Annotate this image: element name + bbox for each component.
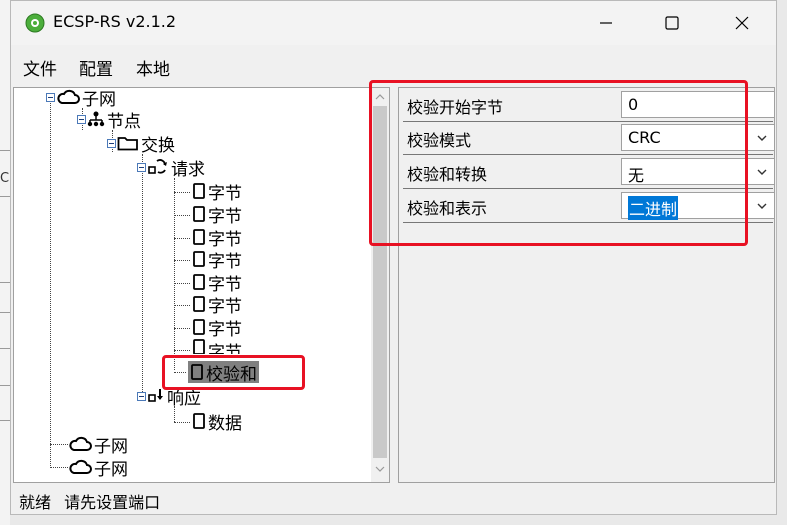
close-button[interactable] [719,7,765,39]
document-icon [193,319,205,335]
tree-node-byte[interactable]: 字节 [192,293,242,317]
tree-node-label: 子网 [94,436,128,457]
tree-connector [142,154,143,398]
tree-view[interactable]: 子网 节点 交换 请求 字节 字节 字节 字节 字节 字节 字节 字节 校验和 … [13,87,390,483]
app-icon [25,13,45,33]
document-icon [193,206,205,222]
tree-node-byte[interactable]: 字节 [192,226,242,250]
tree-node-label: 交换 [141,135,175,156]
tree-connector [174,305,190,306]
tree-connector [174,215,190,216]
tree-connector [174,283,190,284]
tree-connector [50,467,68,468]
status-message: 请先设置端口 [64,493,161,512]
background-divider [0,385,10,386]
minimize-button[interactable] [583,7,629,39]
tree-node-label: 字节 [208,251,242,272]
main-window: ECSP-RS v2.1.2 文件 配置 本地 子网 节点 交换 请求 字节 字… [10,0,777,515]
document-icon [193,296,205,312]
cloud-icon [57,89,80,104]
background-divider [0,150,10,151]
background-divider [0,196,10,197]
highlight-box-checksum [162,355,305,390]
dropdown-button[interactable] [750,193,774,218]
tree-connector [174,238,190,239]
tree-node-byte[interactable]: 字节 [192,271,242,295]
request-icon [148,159,167,174]
response-icon [148,389,163,402]
tree-connector [174,192,190,193]
menu-file[interactable]: 文件 [23,55,57,80]
tree-connector [174,178,175,370]
window-title: ECSP-RS v2.1.2 [53,12,177,31]
tree-node-subnet[interactable]: 子网 [68,433,128,457]
tree-node-subnet[interactable]: 子网 [46,88,116,110]
collapse-icon[interactable] [137,391,146,401]
folder-icon [117,137,138,151]
menu-config[interactable]: 配置 [79,55,113,80]
title-bar: ECSP-RS v2.1.2 [11,1,776,45]
close-icon [735,16,749,30]
status-bar: 就绪 请先设置端口 [19,489,160,513]
tree-connector [174,350,190,351]
tree-node-label: 节点 [107,111,141,132]
dropdown-button[interactable] [750,125,774,150]
document-icon [193,251,205,267]
highlight-box-properties [369,80,748,246]
tree-node-label: 子网 [94,459,128,480]
tree-node-data[interactable]: 数据 [192,410,242,434]
tree-node-label: 字节 [208,206,242,227]
document-icon [193,229,205,245]
maximize-icon [665,16,679,30]
document-icon [193,339,205,354]
tree-node-byte[interactable]: 字节 [192,248,242,272]
tree-connector [50,444,68,445]
tree-node-label: 字节 [208,183,242,204]
tree-node-byte[interactable]: 字节 [192,180,242,204]
tree-node-label: 字节 [208,296,242,317]
tree-node-byte[interactable]: 字节 [192,316,242,340]
minimize-icon [600,22,612,24]
document-icon [193,274,205,290]
menu-bar: 文件 配置 本地 [11,49,776,81]
tree-node-node[interactable]: 节点 [77,108,141,132]
background-divider [0,312,10,313]
chevron-down-icon [757,135,767,141]
chevron-down-icon [757,203,767,209]
collapse-icon[interactable] [107,138,116,148]
chevron-down-icon [757,169,767,175]
background-divider [0,282,10,283]
collapse-icon[interactable] [77,114,86,124]
background-text: CF [0,171,10,186]
document-icon [193,183,205,199]
tree-node-byte[interactable]: 字节 [192,203,242,227]
tree-node-exchange[interactable]: 交换 [107,132,175,156]
collapse-icon[interactable] [137,162,146,172]
background-window [0,0,10,525]
dropdown-button[interactable] [750,159,774,184]
cloud-icon [69,459,92,474]
document-icon [193,413,205,429]
menu-local[interactable]: 本地 [136,55,170,80]
background-divider [0,420,10,421]
tree-connector [174,422,190,423]
status-ready: 就绪 [19,493,52,512]
tree-node-label: 字节 [208,343,242,354]
network-node-icon [87,111,105,127]
tree-connector [174,328,190,329]
tree-node-subnet[interactable]: 子网 [68,456,128,480]
tree-node-request[interactable]: 请求 [137,156,205,180]
collapse-icon[interactable] [46,92,55,102]
scroll-down-icon[interactable] [374,463,386,475]
tree-node-label: 数据 [208,413,242,434]
background-divider [0,348,10,349]
tree-node-byte[interactable]: 字节 [192,338,242,354]
tree-node-label: 字节 [208,319,242,340]
tree-node-label: 请求 [171,159,205,180]
cloud-icon [69,436,92,451]
maximize-button[interactable] [649,7,695,39]
tree-connector [174,260,190,261]
tree-connector [50,96,51,466]
